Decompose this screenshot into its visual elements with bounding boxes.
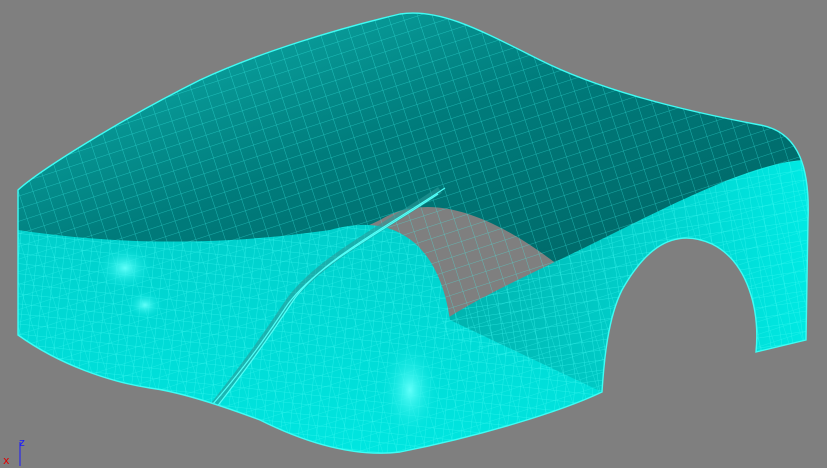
corner-highlight-right	[380, 340, 440, 440]
car-body-wireframe-mesh[interactable]	[0, 0, 827, 468]
headlight-highlight-left	[97, 246, 153, 290]
z-axis-label: z	[19, 436, 25, 449]
3d-viewport[interactable]: z x	[0, 0, 827, 468]
headlight-highlight-left-lower	[127, 291, 163, 319]
x-axis-label: x	[3, 454, 10, 467]
mesh-surface	[18, 13, 809, 454]
